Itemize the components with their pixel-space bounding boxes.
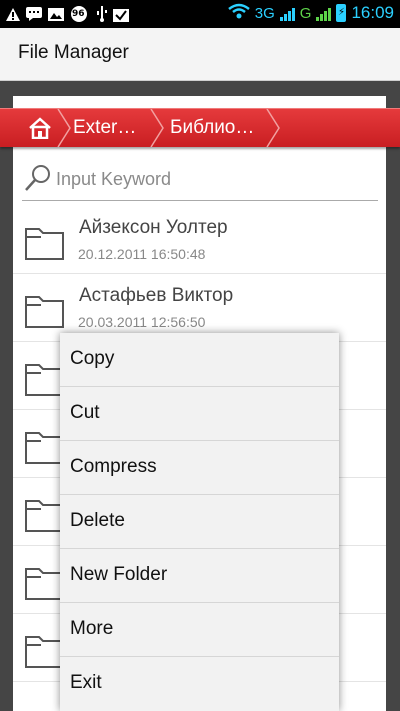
breadcrumb-item-external[interactable]: Exter… <box>73 109 136 147</box>
network-g-label: G <box>299 4 312 22</box>
menu-item-new-folder[interactable]: New Folder <box>60 549 339 603</box>
message-icon <box>26 4 42 24</box>
file-name: Астафьев Виктор <box>79 285 234 306</box>
breadcrumb-home[interactable] <box>28 109 52 147</box>
menu-item-label: Compress <box>70 456 157 477</box>
checkbox-bag-icon <box>112 4 129 24</box>
breadcrumb-separator-icon <box>150 109 164 147</box>
network-3g-label: 3G <box>254 4 275 22</box>
list-item[interactable]: Айзексон Уолтер 20.12.2011 16:50:48 <box>13 206 386 274</box>
menu-item-delete[interactable]: Delete <box>60 495 339 549</box>
signal-g-icon <box>316 5 332 21</box>
wifi-icon <box>227 3 250 23</box>
status-bar: 96 3G G ⚡ 16:09 <box>0 0 400 28</box>
signal-3g-icon <box>279 5 295 21</box>
search-icon <box>25 165 50 191</box>
warning-icon <box>6 4 20 24</box>
menu-item-more[interactable]: More <box>60 603 339 657</box>
folder-icon <box>25 296 64 328</box>
menu-item-label: Copy <box>70 348 115 369</box>
battery-icon: ⚡ <box>336 4 347 22</box>
folder-icon <box>25 568 64 600</box>
search-placeholder: Input Keyword <box>56 169 172 189</box>
file-date: 20.03.2011 12:56:50 <box>78 314 206 330</box>
list-item[interactable]: Астафьев Виктор 20.03.2011 12:56:50 <box>13 274 386 342</box>
menu-item-label: Cut <box>70 402 100 423</box>
breadcrumb: Exter… Библио… <box>0 108 400 147</box>
folder-icon <box>25 228 64 260</box>
folder-icon <box>25 432 64 464</box>
search-input[interactable]: Input Keyword <box>22 160 378 201</box>
menu-item-label: More <box>70 618 114 639</box>
app-title-bar: File Manager <box>0 28 400 81</box>
app-title: File Manager <box>18 42 129 63</box>
menu-item-copy[interactable]: Copy <box>60 333 339 387</box>
home-icon <box>29 117 51 139</box>
menu-item-label: New Folder <box>70 564 168 585</box>
menu-item-cut[interactable]: Cut <box>60 387 339 441</box>
file-date: 20.12.2011 16:50:48 <box>78 246 206 262</box>
folder-icon <box>25 500 64 532</box>
clock: 16:09 <box>351 3 394 22</box>
usb-icon <box>96 4 107 24</box>
breadcrumb-end-icon <box>266 109 280 147</box>
menu-item-compress[interactable]: Compress <box>60 441 339 495</box>
breadcrumb-separator-icon <box>57 109 71 147</box>
menu-item-exit[interactable]: Exit <box>60 657 339 710</box>
folder-icon <box>25 364 64 396</box>
menu-item-label: Delete <box>70 510 125 531</box>
file-name: Айзексон Уолтер <box>79 217 228 238</box>
breadcrumb-item-library[interactable]: Библио… <box>170 109 254 147</box>
battery-saver-level: 96 <box>72 9 85 19</box>
image-icon <box>48 4 64 24</box>
folder-icon <box>25 636 64 668</box>
menu-item-label: Exit <box>70 672 102 693</box>
context-menu: Copy Cut Compress Delete New Folder More… <box>60 333 339 711</box>
